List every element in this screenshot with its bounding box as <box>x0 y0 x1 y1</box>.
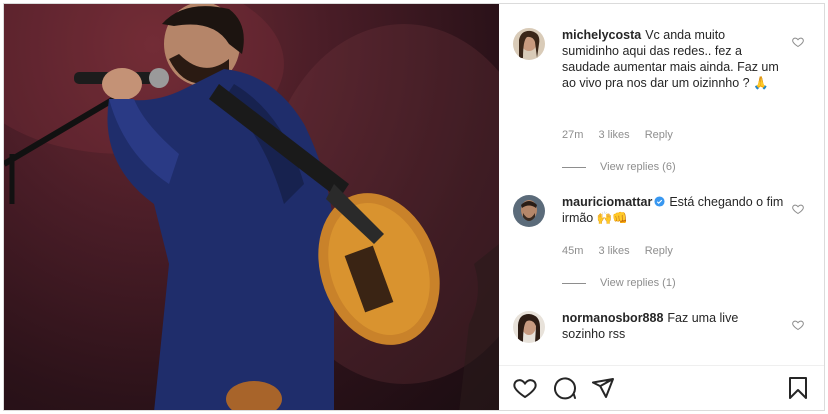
avatar[interactable] <box>513 195 545 227</box>
comment-like-heart-icon[interactable] <box>792 36 804 48</box>
comment-likes[interactable]: 3 likes <box>598 129 629 141</box>
comment-username[interactable]: michelycosta <box>562 28 641 42</box>
post-action-bar <box>499 365 824 410</box>
replies-divider <box>562 166 586 168</box>
reply-button[interactable]: Reply <box>645 245 673 257</box>
comment-time[interactable]: 45m <box>562 245 583 257</box>
avatar[interactable] <box>513 311 545 343</box>
reply-button[interactable]: Reply <box>645 129 673 141</box>
comment-text-block: normanosbor888 Faz uma live sozinho rss <box>562 310 784 342</box>
view-replies-button[interactable]: View replies (1) <box>562 277 676 289</box>
view-replies-label: View replies (1) <box>600 277 676 289</box>
comment-icon[interactable] <box>553 376 577 400</box>
comment-like-heart-icon[interactable] <box>792 319 804 331</box>
comments-panel: michelycosta Vc anda muito sumidinho aqui… <box>499 4 824 410</box>
heart-icon[interactable] <box>513 376 537 400</box>
comment-text-block: mauriciomattar Está chegando o fim irmão … <box>562 194 784 226</box>
view-replies-label: View replies (6) <box>600 161 676 173</box>
comment-item: mauriciomattar Está chegando o fim irmão … <box>513 195 814 295</box>
comment-meta: 27m 3 likes Reply <box>562 129 685 141</box>
verified-badge-icon <box>654 196 665 207</box>
comment-likes[interactable]: 3 likes <box>598 245 629 257</box>
replies-divider <box>562 282 586 284</box>
comment-item: normanosbor888 Faz uma live sozinho rss <box>513 311 814 351</box>
comment-text-block: michelycosta Vc anda muito sumidinho aqui… <box>562 27 784 91</box>
post-photo[interactable] <box>4 4 499 410</box>
performer-illustration <box>4 4 499 410</box>
comments-list[interactable]: michelycosta Vc anda muito sumidinho aqui… <box>499 4 824 366</box>
comment-like-heart-icon[interactable] <box>792 203 804 215</box>
avatar[interactable] <box>513 28 545 60</box>
post-frame: michelycosta Vc anda muito sumidinho aqui… <box>3 3 825 411</box>
comment-username[interactable]: normanosbor888 <box>562 311 663 325</box>
bookmark-icon[interactable] <box>786 376 810 400</box>
comment-username[interactable]: mauriciomattar <box>562 195 665 209</box>
paper-plane-icon[interactable] <box>591 376 615 400</box>
view-replies-button[interactable]: View replies (6) <box>562 161 676 173</box>
comment-time[interactable]: 27m <box>562 129 583 141</box>
comment-meta: 45m 3 likes Reply <box>562 245 685 257</box>
comment-item: michelycosta Vc anda muito sumidinho aqui… <box>513 28 814 178</box>
